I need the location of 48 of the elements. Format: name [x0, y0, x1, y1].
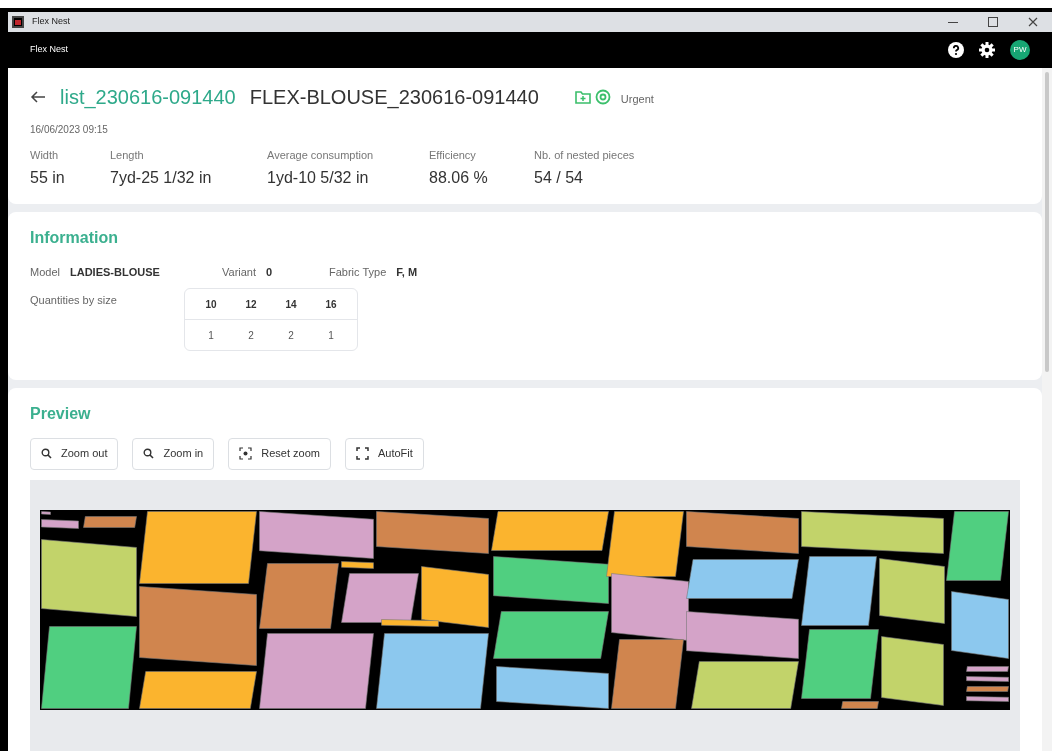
section-title: Preview: [30, 403, 92, 424]
stat-value: 55 in: [30, 167, 66, 188]
list-name: list_230616-091440: [60, 85, 236, 111]
quantity-cell-text: 2: [247, 328, 255, 343]
stat-label: Average consumption: [267, 148, 375, 163]
stat-value: 1yd-10 5/32 in: [267, 167, 370, 188]
expand-icon: [355, 447, 369, 460]
size-header: 12: [244, 297, 258, 312]
stat-label: Nb. of nested pieces: [534, 148, 636, 163]
app-title: Flex Nest: [30, 43, 68, 57]
field-label: Quantities by size: [30, 293, 118, 308]
reset-zoom-button[interactable]: Reset zoom: [228, 437, 331, 470]
size-header: 14: [284, 297, 298, 312]
app-logo-icon: [12, 16, 24, 28]
help-icon[interactable]: [948, 42, 964, 58]
field-label: Variant: [222, 264, 257, 280]
date-text: 16/06/2023 09:15: [30, 123, 109, 137]
quantity-cell-text: 1: [207, 328, 215, 343]
stat-value: 88.06 %: [429, 167, 489, 188]
quantity-cell-text: 1: [327, 328, 335, 343]
search-icon: [41, 448, 52, 459]
autofit-button[interactable]: AutoFit: [344, 437, 424, 470]
priority-label: Urgent: [620, 91, 654, 107]
quantity-cell-text: 2: [287, 328, 295, 343]
settings-icon[interactable]: [979, 42, 995, 58]
close-icon[interactable]: [1028, 17, 1038, 27]
window-title: Flex Nest: [32, 15, 70, 29]
stat-label: Length: [110, 148, 145, 163]
back-arrow-icon[interactable]: [30, 90, 46, 104]
field-label: Fabric Type: [329, 264, 387, 280]
stat-label: Efficiency: [429, 148, 477, 163]
focus-icon: [239, 447, 253, 460]
maximize-icon[interactable]: [988, 17, 998, 27]
minimize-icon[interactable]: [948, 21, 958, 23]
field-value: LADIES-BLOUSE: [69, 264, 160, 280]
field-value: 0: [266, 264, 273, 280]
stat-label: Width: [30, 148, 60, 163]
section-title: Information: [30, 227, 119, 248]
stat-value: 7yd-25 1/32 in: [110, 167, 213, 188]
stat-value: 54 / 54: [534, 167, 584, 188]
zoom-in-button[interactable]: Zoom in: [132, 437, 215, 470]
size-header: 16: [324, 297, 338, 312]
field-value: F, M: [396, 264, 418, 280]
field-label: Model: [30, 264, 60, 280]
nest-name: FLEX-BLOUSE_230616-091440: [249, 85, 539, 111]
zoom-out-button[interactable]: Zoom out: [30, 437, 119, 470]
size-header: 10: [204, 297, 218, 312]
search-icon: [143, 448, 155, 459]
